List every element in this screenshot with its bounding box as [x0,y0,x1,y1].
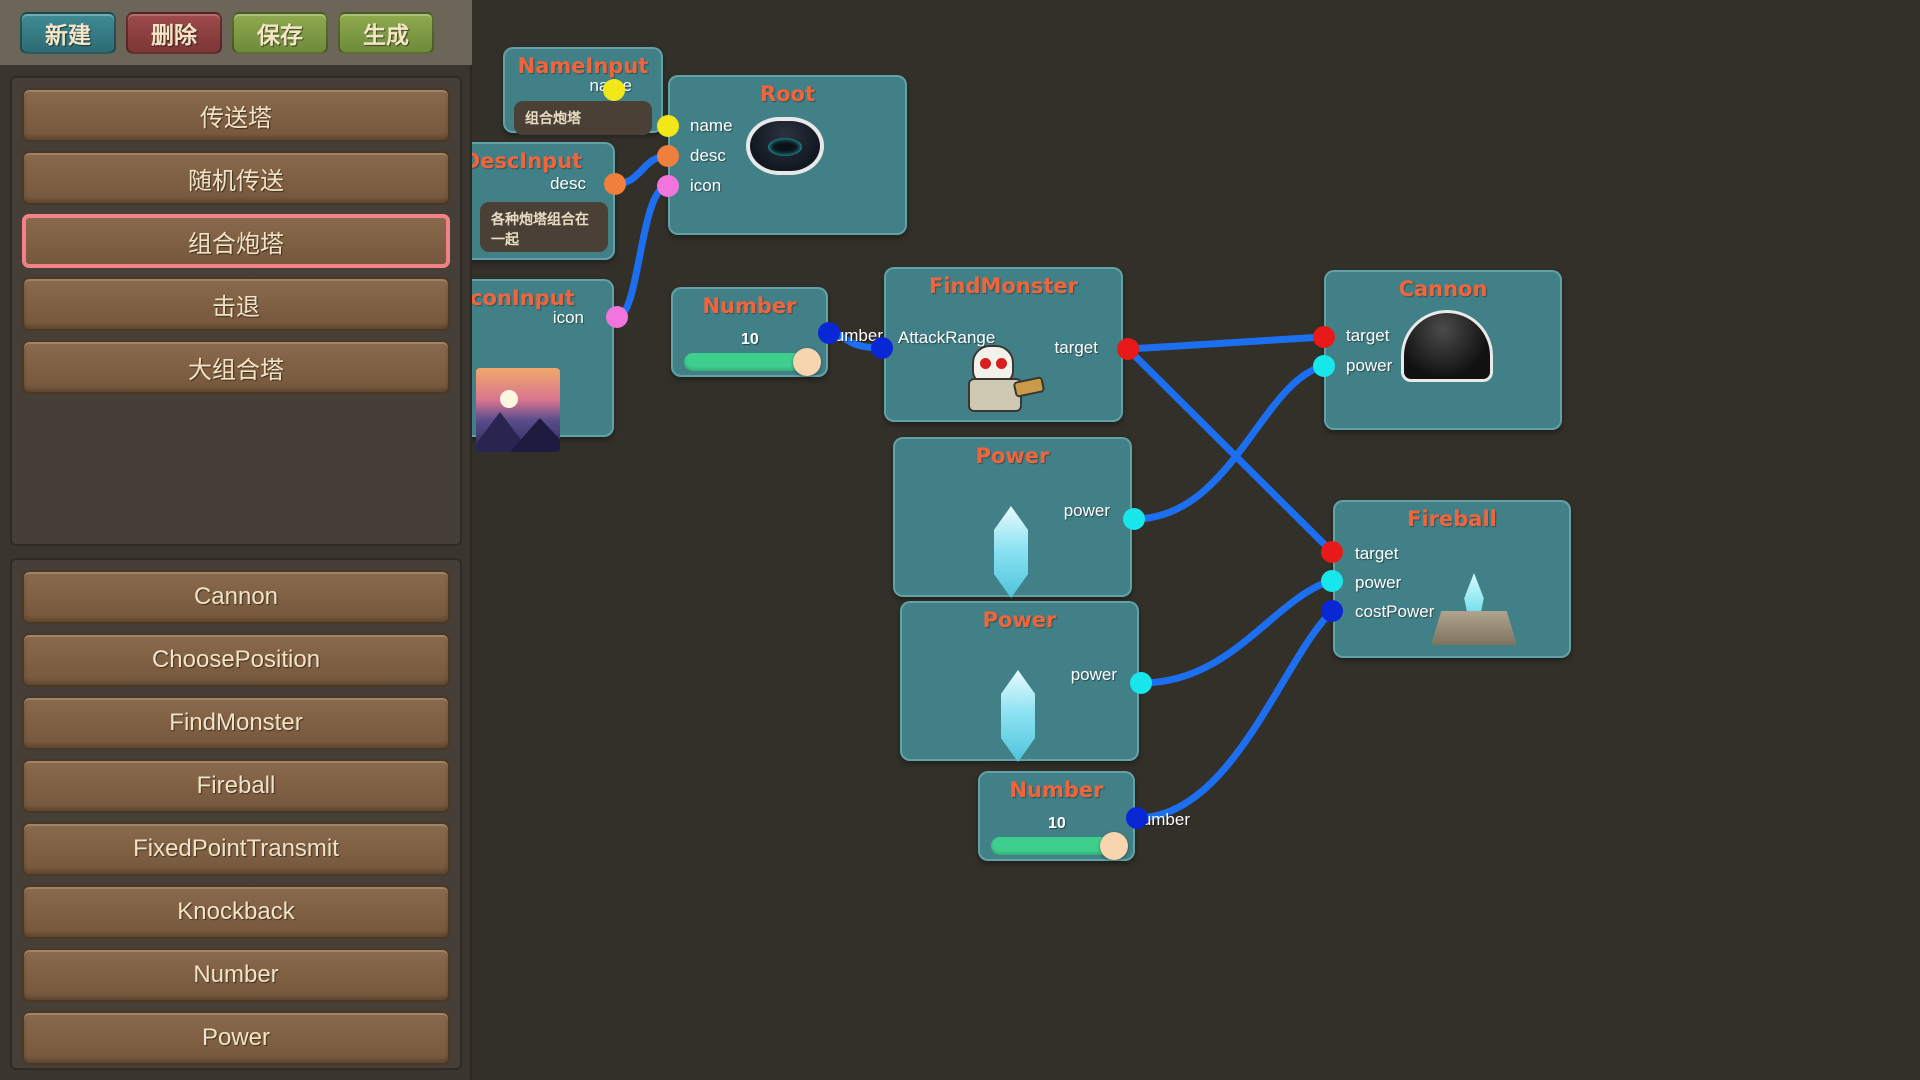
node-power-1[interactable]: Power power [893,437,1132,598]
node-type-item-chooseposition[interactable]: ChoosePosition [22,633,450,687]
nameinput-value[interactable]: 组合炮塔 [514,101,652,135]
port-label-power: power [1070,665,1117,684]
port-label-power: power [1355,573,1402,592]
node-graph-canvas[interactable]: NameInput name 组合炮塔 DescInput desc 各种炮塔组… [472,0,1920,1080]
new-button[interactable]: 新建 [20,11,116,54]
node-type-item-power[interactable]: Power [22,1011,450,1065]
node-cannon[interactable]: Cannon target power [1324,270,1562,430]
node-type-item-knockback[interactable]: Knockback [22,885,450,939]
node-title: Power [982,608,1057,632]
port-label-attackrange: AttackRange [898,328,996,347]
generate-button[interactable]: 生成 [338,11,434,54]
port-label-target: target [1346,326,1390,345]
blueprint-item-1[interactable]: 随机传送 [22,151,450,205]
node-title: Cannon [1398,277,1488,301]
node-title: Power [975,444,1050,468]
port-label-icon: icon [552,308,584,327]
node-iconinput[interactable]: IconInput icon [472,279,614,452]
node-type-item-cannon[interactable]: Cannon [22,570,450,624]
port-cannon-power-in[interactable] [1313,355,1335,377]
port-label-name: name [690,116,733,135]
descinput-value[interactable]: 各种炮塔组合在一起 [480,202,608,252]
node-type-item-fixedpointtransmit[interactable]: FixedPointTransmit [22,822,450,876]
port-number1-out[interactable] [818,322,840,344]
port-label-icon: icon [690,176,722,195]
port-label-costpower: costPower [1355,602,1435,621]
port-root-icon-in[interactable] [657,175,679,197]
port-findmonster-attackrange-in[interactable] [871,337,893,359]
blueprint-item-2[interactable]: 组合炮塔 [22,214,450,268]
node-root[interactable]: Root name desc icon [668,75,907,235]
node-number-1[interactable]: Number 10 number [671,287,883,377]
port-fireball-power-in[interactable] [1321,570,1343,592]
number-slider-knob-2[interactable] [1100,832,1128,860]
port-label-target: target [1355,544,1399,563]
node-nameinput[interactable]: NameInput name 组合炮塔 [503,47,663,135]
port-fireball-costpower-in[interactable] [1321,600,1343,622]
node-title: Number [1009,778,1104,802]
port-label-power: power [1346,356,1393,375]
port-descinput-desc-out[interactable] [604,173,626,195]
port-iconinput-icon-out[interactable] [606,306,628,328]
delete-button[interactable]: 删除 [126,11,222,54]
port-findmonster-target-out[interactable] [1117,338,1139,360]
node-type-item-fireball[interactable]: Fireball [22,759,450,813]
blueprint-item-4[interactable]: 大组合塔 [22,340,450,394]
left-panel: 新建 删除 保存 生成 传送塔 随机传送 组合炮塔 击退 大组合塔 Cannon… [0,0,472,1080]
landscape-image-icon [476,368,560,452]
node-title: NameInput [517,54,649,78]
cannon-icon [1401,310,1493,382]
blueprint-list: 传送塔 随机传送 组合炮塔 击退 大组合塔 [10,76,462,546]
number-slider-knob-1[interactable] [793,348,821,376]
node-power-2[interactable]: Power power [900,601,1139,762]
port-label-desc: desc [690,146,726,165]
port-label-power: power [1063,501,1110,520]
node-title: Root [759,82,816,106]
node-descinput[interactable]: DescInput desc 各种炮塔组合在一起 [472,142,615,260]
node-number-2[interactable]: Number 10 number [978,771,1190,861]
fireball-tower-icon [1431,571,1517,645]
port-root-name-in[interactable] [657,115,679,137]
port-label-target: target [1054,338,1098,357]
blueprint-item-3[interactable]: 击退 [22,277,450,331]
port-number2-out[interactable] [1126,807,1148,829]
toolbar: 新建 删除 保存 生成 [0,0,472,65]
node-type-item-findmonster[interactable]: FindMonster [22,696,450,750]
root-emblem-icon [746,117,824,175]
number-value-2: 10 [1048,815,1066,832]
node-title: IconInput [472,286,575,310]
node-title: Fireball [1407,507,1497,531]
node-title: FindMonster [929,274,1078,298]
node-type-list: Cannon ChoosePosition FindMonster Fireba… [10,558,462,1070]
port-power1-out[interactable] [1123,508,1145,530]
port-root-desc-in[interactable] [657,145,679,167]
crystal-icon [994,506,1028,598]
port-power2-out[interactable] [1130,672,1152,694]
node-findmonster[interactable]: FindMonster AttackRange target [884,267,1123,422]
blueprint-item-0[interactable]: 传送塔 [22,88,450,142]
node-type-item-number[interactable]: Number [22,948,450,1002]
number-value-1: 10 [741,331,759,348]
node-title: Number [702,294,797,318]
port-label-desc: desc [550,174,586,193]
port-fireball-target-in[interactable] [1321,541,1343,563]
crystal-icon [1001,670,1035,762]
node-fireball[interactable]: Fireball target power costPower [1333,500,1571,658]
blueprint-editor-screen: 新建 删除 保存 生成 传送塔 随机传送 组合炮塔 击退 大组合塔 Cannon… [0,0,1920,1080]
node-title: DescInput [472,149,583,173]
skull-monster-icon [958,345,1050,413]
port-nameinput-name-out[interactable] [603,79,625,101]
save-button[interactable]: 保存 [232,11,328,54]
port-cannon-target-in[interactable] [1313,326,1335,348]
